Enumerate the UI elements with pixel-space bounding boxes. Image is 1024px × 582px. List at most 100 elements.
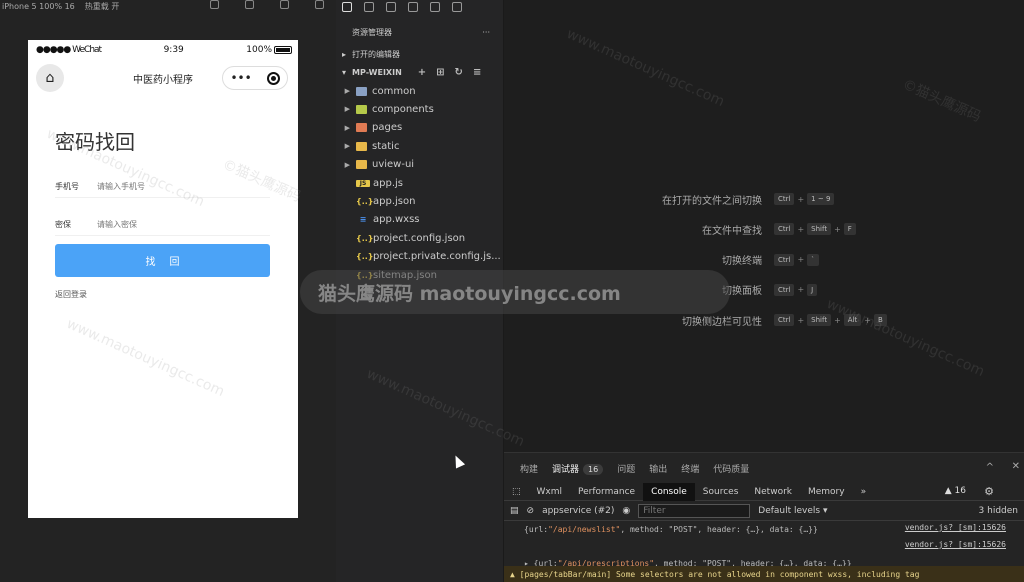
activity-bar	[336, 0, 504, 14]
devtools-tab[interactable]: Wxml	[529, 483, 571, 501]
find-button[interactable]: 找回	[55, 244, 270, 277]
security-input[interactable]	[97, 220, 247, 229]
debug-tabs: 构建 调试器 16 问题 输出 终端 代码质量 ^ ✕	[504, 453, 1024, 483]
project-section[interactable]: ▾ MP-WEIXIN + ⊞ ↻ ≡	[336, 64, 504, 80]
file-tree-item[interactable]: ≡ app.wxss	[336, 211, 504, 229]
file-tree-item[interactable]: ▶ components	[336, 100, 504, 118]
back-login-link[interactable]: 返回登录	[55, 289, 87, 300]
chrome-devtools-tabs: ⬚ Wxml Performance Console Sources Network Me…	[504, 482, 1024, 501]
debug-tab[interactable]: 代码质量	[713, 462, 749, 475]
phone-label: 手机号	[55, 182, 79, 191]
new-file-icon[interactable]: +	[418, 67, 426, 78]
folder-icon	[356, 160, 367, 170]
gear-icon[interactable]: ⚙	[984, 485, 994, 498]
source-control-icon[interactable]	[386, 2, 396, 12]
collapse-icon[interactable]: ≡	[473, 67, 481, 78]
new-folder-icon[interactable]: ⊞	[436, 67, 444, 78]
shortcut-label: 在打开的文件之间切换	[662, 195, 762, 207]
file-tree-item[interactable]: {..} app.json	[336, 192, 504, 210]
file-tree-item[interactable]: {..} project.private.config.js...	[336, 248, 504, 266]
source-link[interactable]: vendor.js? [sm]:15626	[905, 523, 1006, 532]
explorer-header: 资源管理器 ···	[336, 22, 504, 42]
key-cap: B	[873, 314, 887, 327]
debug-tab[interactable]: 问题	[617, 462, 635, 475]
console-line[interactable]: {url: "/api/newslist", method: "POST", h…	[504, 521, 1024, 538]
cloud-icon[interactable]	[452, 2, 462, 12]
hot-reload-toggle[interactable]: 热重载 开	[85, 1, 120, 12]
devtools-tab[interactable]: Network	[746, 483, 800, 501]
shortcut-label: 切换终端	[722, 256, 762, 268]
shortcut-row: 切换终端 Ctrl + `	[504, 252, 1024, 268]
extensions-icon[interactable]	[408, 2, 418, 12]
devtools-window: iPhone 5 100% 16 热重载 开 ●●●●● WeChat 9:39…	[0, 0, 1024, 582]
console-line[interactable]: vendor.js? [sm]:15626	[504, 538, 1024, 555]
phone-input[interactable]	[97, 182, 247, 191]
file-tree-item[interactable]: ▶ pages	[336, 119, 504, 137]
file-tree-item[interactable]: JS app.js	[336, 174, 504, 192]
debug-icon[interactable]	[430, 2, 440, 12]
more-icon[interactable]: •••	[230, 71, 251, 85]
debug-tab[interactable]: 构建	[520, 462, 538, 475]
security-row: 密保	[55, 214, 270, 236]
chevron-down-icon: ▾	[342, 67, 347, 77]
sidebar-toggle-icon[interactable]: ▤	[510, 506, 519, 516]
json-file-icon: {..}	[356, 233, 374, 243]
debug-tab[interactable]: 输出	[649, 462, 667, 475]
key-cap: J	[807, 283, 818, 296]
plus-sign: +	[797, 285, 805, 295]
plus-sign: +	[797, 194, 805, 204]
eye-icon[interactable]: ◉	[622, 506, 630, 516]
device-selector[interactable]: iPhone 5 100% 16	[2, 2, 75, 11]
debug-tab-label: 输出	[649, 464, 668, 475]
chevron-right-icon: ▶	[344, 87, 350, 95]
filter-input[interactable]	[638, 503, 751, 518]
plus-sign: +	[834, 224, 841, 234]
levels-select[interactable]: Default levels ▾	[758, 506, 827, 516]
open-editors-section[interactable]: ▸ 打开的编辑器	[336, 46, 504, 62]
refresh-icon[interactable]: ↻	[455, 67, 463, 78]
file-tree-item[interactable]: ▶ common	[336, 82, 504, 100]
plus-sign: +	[797, 224, 805, 234]
file-tree-label: project.config.json	[373, 232, 466, 244]
explorer-icon[interactable]	[342, 2, 352, 12]
capsule-menu[interactable]: •••	[222, 66, 288, 90]
shortcut-row: 切换侧边栏可见性 Ctrl + Shift + Alt + B	[504, 312, 1024, 328]
debug-tab[interactable]: 调试器 16	[552, 462, 604, 475]
search-icon[interactable]	[364, 2, 374, 12]
context-select[interactable]: appservice (#2)	[542, 506, 614, 516]
file-tree-item[interactable]: ▶ uview-ui	[336, 156, 504, 174]
file-tree-item[interactable]: ▶ static	[336, 137, 504, 155]
devtools-tab[interactable]: Sources	[695, 483, 747, 501]
refresh-icon[interactable]	[210, 0, 219, 9]
shortcut-row: 在打开的文件之间切换 Ctrl +1 ~ 9	[504, 191, 1024, 207]
source-link[interactable]: vendor.js? [sm]:15626	[905, 540, 1006, 549]
plus-sign: +	[797, 255, 805, 265]
devtools-tab[interactable]: Performance	[570, 483, 643, 501]
key-cap: Ctrl	[774, 314, 795, 327]
file-tree-item[interactable]: {..} project.config.json	[336, 229, 504, 247]
collapse-panel-icon[interactable]: ^	[986, 462, 994, 473]
key-cap: Ctrl	[774, 283, 795, 296]
phone-icon[interactable]	[280, 0, 289, 9]
devtools-tab[interactable]: Memory	[800, 483, 853, 501]
close-miniprogram-icon[interactable]	[266, 71, 280, 85]
debug-tab[interactable]: 终端	[681, 462, 699, 475]
devtools-tab[interactable]: »	[853, 483, 875, 501]
chevron-right-icon: ▸	[342, 49, 347, 59]
debug-tab-label: 代码质量	[713, 464, 750, 475]
key-cap: Ctrl	[774, 223, 795, 236]
warning-count[interactable]: ▲ 16	[945, 486, 966, 496]
clear-console-icon[interactable]: ⊘	[527, 506, 535, 516]
devtools-tab[interactable]: Console	[643, 482, 695, 501]
pages-icon[interactable]	[315, 0, 324, 9]
more-actions-icon[interactable]: ···	[482, 28, 490, 37]
file-tree-label: common	[372, 85, 416, 97]
stop-icon[interactable]	[245, 0, 254, 9]
folder-icon	[356, 86, 367, 96]
file-tree-label: app.json	[373, 195, 416, 207]
inspect-icon[interactable]: ⬚	[504, 483, 529, 501]
debug-tab-label: 问题	[617, 464, 636, 475]
home-icon[interactable]: ⌂	[36, 64, 64, 92]
close-icon[interactable]: ✕	[1012, 461, 1020, 472]
debug-tab-label: 终端	[681, 464, 700, 475]
